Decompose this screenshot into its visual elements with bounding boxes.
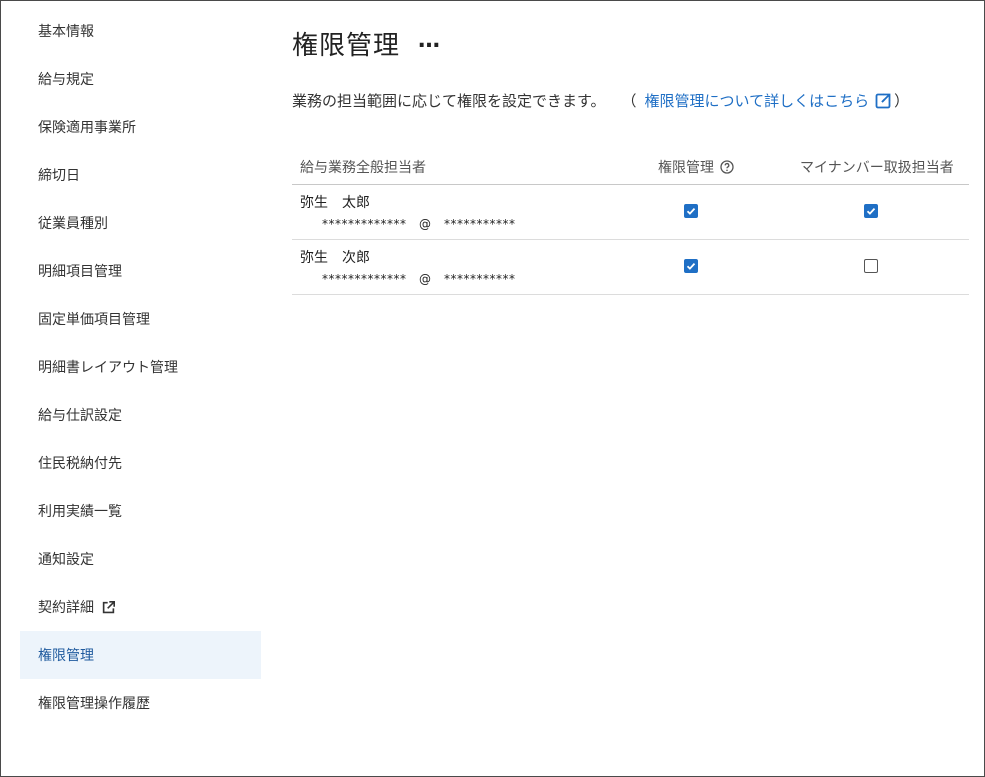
sidebar-item-label: 明細書レイアウト管理	[38, 360, 178, 376]
sidebar-item-label: 固定単価項目管理	[38, 312, 150, 328]
sidebar-item-permission-history[interactable]: 権限管理操作履歴	[20, 679, 261, 727]
column-header-name: 給与業務全般担当者	[300, 160, 426, 176]
paren-open: （	[621, 92, 637, 110]
permission-checkbox[interactable]	[684, 259, 698, 273]
user-name: 弥生 太郎	[300, 195, 370, 211]
sidebar-item-label: 明細項目管理	[38, 264, 122, 280]
table-row: 弥生 次郎 ************* @ ***********	[292, 240, 969, 295]
external-link-icon	[102, 600, 115, 614]
sidebar-item-statement-items[interactable]: 明細項目管理	[20, 247, 261, 295]
sidebar-item-label: 給与仕訳設定	[38, 408, 122, 424]
sidebar-item-label: 権限管理	[38, 648, 94, 664]
sidebar: 基本情報 給与規定 保険適用事業所 締切日 従業員種別 明細項目管理 固定単価項…	[20, 7, 261, 727]
page-description: 業務の担当範囲に応じて権限を設定できます。 （ 権限管理について詳しくはこちら …	[292, 90, 909, 111]
sidebar-item-journal-settings[interactable]: 給与仕訳設定	[20, 391, 261, 439]
sidebar-item-employee-type[interactable]: 従業員種別	[20, 199, 261, 247]
sidebar-item-label: 通知設定	[38, 552, 94, 568]
help-circle-icon[interactable]	[720, 160, 734, 174]
more-options-button[interactable]: …	[418, 29, 440, 58]
page-title: 権限管理	[292, 31, 401, 61]
sidebar-item-usage-list[interactable]: 利用実績一覧	[20, 487, 261, 535]
sidebar-item-closing-date[interactable]: 締切日	[20, 151, 261, 199]
user-email: ************* @ ***********	[322, 272, 516, 286]
permission-checkbox[interactable]	[684, 204, 698, 218]
table-header: 給与業務全般担当者 権限管理 マイナンバー取扱担当者	[292, 145, 969, 185]
permission-table: 給与業務全般担当者 権限管理 マイナンバー取扱担当者 弥生 太郎 *******	[292, 145, 969, 295]
sidebar-item-label: 契約詳細	[38, 600, 94, 616]
column-header-permission: 権限管理	[658, 157, 734, 177]
sidebar-item-label: 住民税納付先	[38, 456, 122, 472]
sidebar-item-label: 権限管理操作履歴	[38, 696, 150, 712]
column-header-mynumber: マイナンバー取扱担当者	[800, 160, 954, 176]
description-text: 業務の担当範囲に応じて権限を設定できます。	[292, 92, 606, 110]
help-link[interactable]: 権限管理について詳しくはこちら	[645, 90, 892, 111]
column-header-permission-label: 権限管理	[658, 160, 714, 176]
sidebar-item-basic-info[interactable]: 基本情報	[20, 7, 261, 55]
app-frame: 基本情報 給与規定 保険適用事業所 締切日 従業員種別 明細項目管理 固定単価項…	[0, 0, 985, 777]
sidebar-item-label: 利用実績一覧	[38, 504, 122, 520]
external-link-icon	[875, 92, 892, 109]
mynumber-checkbox[interactable]	[864, 259, 878, 273]
sidebar-item-fixed-rate-items[interactable]: 固定単価項目管理	[20, 295, 261, 343]
sidebar-item-label: 保険適用事業所	[38, 120, 136, 136]
help-link-text: 権限管理について詳しくはこちら	[644, 92, 870, 110]
user-name: 弥生 次郎	[300, 250, 370, 266]
mynumber-checkbox[interactable]	[864, 204, 878, 218]
user-email: ************* @ ***********	[322, 217, 516, 231]
sidebar-item-label: 給与規定	[38, 72, 94, 88]
sidebar-item-insurance-office[interactable]: 保険適用事業所	[20, 103, 261, 151]
sidebar-item-notification[interactable]: 通知設定	[20, 535, 261, 583]
paren-close: ）	[894, 92, 910, 110]
sidebar-item-resident-tax[interactable]: 住民税納付先	[20, 439, 261, 487]
sidebar-item-permission-management[interactable]: 権限管理	[20, 631, 261, 679]
sidebar-item-contract-details[interactable]: 契約詳細	[20, 583, 261, 631]
sidebar-item-salary-rules[interactable]: 給与規定	[20, 55, 261, 103]
title-row: 権限管理 …	[292, 25, 440, 62]
table-row: 弥生 太郎 ************* @ ***********	[292, 185, 969, 240]
sidebar-item-statement-layout[interactable]: 明細書レイアウト管理	[20, 343, 261, 391]
sidebar-item-label: 従業員種別	[38, 216, 108, 232]
sidebar-item-label: 締切日	[38, 168, 80, 184]
sidebar-item-label: 基本情報	[38, 24, 94, 40]
